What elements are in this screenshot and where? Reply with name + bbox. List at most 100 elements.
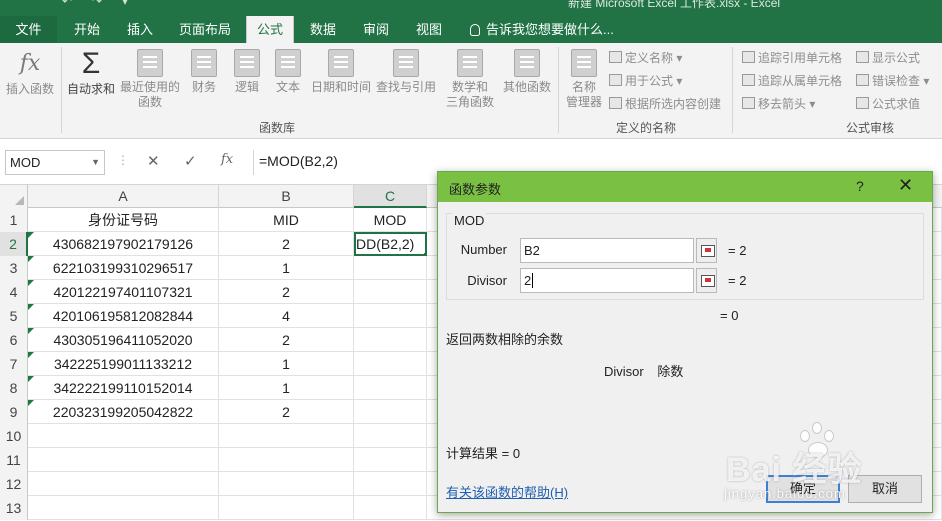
cell-b[interactable] — [219, 448, 354, 472]
cell-a[interactable]: 342222199110152014 — [28, 376, 219, 400]
cell-b[interactable]: 2 — [219, 280, 354, 304]
cell-b[interactable]: MID — [219, 208, 354, 232]
cell-a[interactable]: 430682197902179126 — [28, 232, 219, 256]
cell-b[interactable]: 1 — [219, 256, 354, 280]
cell-c[interactable]: MOD — [354, 208, 427, 232]
cell-b[interactable]: 2 — [219, 400, 354, 424]
tab-home[interactable]: 开始 — [66, 16, 108, 43]
tab-insert[interactable]: 插入 — [119, 16, 161, 43]
cell-b[interactable] — [219, 472, 354, 496]
active-cell[interactable]: DD(B2,2) — [354, 232, 427, 256]
cell-b[interactable]: 2 — [219, 232, 354, 256]
row-header[interactable]: 3 — [0, 256, 28, 280]
row-header[interactable]: 13 — [0, 496, 28, 520]
tab-file[interactable]: 文件 — [0, 16, 57, 43]
cell-a[interactable]: 220323199205042822 — [28, 400, 219, 424]
ok-button[interactable]: 确定 — [766, 475, 840, 503]
tab-view[interactable]: 视图 — [408, 16, 450, 43]
cell-b[interactable]: 1 — [219, 352, 354, 376]
divisor-field[interactable]: 2 — [520, 268, 694, 293]
cell-c[interactable] — [354, 256, 427, 280]
cell-a[interactable]: 622103199310296517 — [28, 256, 219, 280]
collapse-dialog-icon[interactable] — [696, 268, 717, 293]
row-header[interactable]: 11 — [0, 448, 28, 472]
cell-c[interactable] — [354, 400, 427, 424]
remove-arrows-button[interactable]: 移去箭头 ▾ — [742, 93, 815, 116]
column-header-a[interactable]: A — [28, 185, 219, 208]
tab-data[interactable]: 数据 — [302, 16, 344, 43]
evaluate-formula-button[interactable]: 公式求值 — [856, 93, 920, 116]
formula-bar-grip-icon[interactable]: ⋮ — [117, 153, 129, 167]
undo-icon[interactable]: ↶ — [62, 0, 72, 8]
row-header[interactable]: 12 — [0, 472, 28, 496]
show-formulas-button[interactable]: 显示公式 — [856, 47, 920, 70]
cell-a[interactable]: 420122197401107321 — [28, 280, 219, 304]
define-name-button[interactable]: 定义名称 ▾ — [609, 47, 682, 70]
recently-used-button[interactable]: 最近使用的 函数 — [118, 49, 182, 110]
close-icon[interactable]: ✕ — [898, 175, 913, 196]
help-link[interactable]: 有关该函数的帮助(H) — [446, 482, 568, 501]
cell-b[interactable]: 4 — [219, 304, 354, 328]
cell-a[interactable] — [28, 448, 219, 472]
cell-a[interactable] — [28, 472, 219, 496]
cell-b[interactable] — [219, 424, 354, 448]
cell-b[interactable]: 1 — [219, 376, 354, 400]
cell-a[interactable]: 身份证号码 — [28, 208, 219, 232]
cell-c[interactable] — [354, 352, 427, 376]
cell-c[interactable] — [354, 304, 427, 328]
column-header-c[interactable]: C — [354, 185, 427, 208]
cell-c[interactable] — [354, 328, 427, 352]
cell-b[interactable] — [219, 496, 354, 520]
row-header[interactable]: 8 — [0, 376, 28, 400]
cancel-button[interactable]: 取消 — [848, 475, 922, 503]
name-box[interactable]: MOD ▼ — [5, 150, 105, 175]
insert-function-icon[interactable]: fx — [221, 152, 233, 167]
cell-a[interactable]: 430305196411052020 — [28, 328, 219, 352]
use-in-formula-button[interactable]: 用于公式 ▾ — [609, 70, 682, 93]
cancel-icon[interactable]: ✕ — [147, 152, 160, 170]
name-manager-button[interactable]: 名称 管理器 — [562, 49, 606, 110]
cell-c[interactable] — [354, 424, 427, 448]
create-from-selection-button[interactable]: 根据所选内容创建 — [609, 93, 721, 116]
trace-dependents-button[interactable]: 追踪从属单元格 — [742, 70, 842, 93]
select-all-corner[interactable] — [0, 185, 28, 208]
cell-c[interactable] — [354, 472, 427, 496]
insert-function-button[interactable]: fx 插入函数 — [4, 49, 56, 97]
help-icon[interactable]: ? — [856, 178, 864, 194]
cell-a[interactable] — [28, 424, 219, 448]
collapse-dialog-icon[interactable] — [696, 238, 717, 263]
chevron-down-icon[interactable]: ▼ — [91, 151, 100, 174]
row-header[interactable]: 7 — [0, 352, 28, 376]
text-button[interactable]: 文本 — [268, 49, 308, 95]
row-header[interactable]: 6 — [0, 328, 28, 352]
cell-a[interactable] — [28, 496, 219, 520]
tell-me-search[interactable]: 告诉我您想要做什么... — [470, 16, 614, 43]
date-time-button[interactable]: 日期和时间 — [308, 49, 374, 95]
cell-b[interactable]: 2 — [219, 328, 354, 352]
cell-a[interactable]: 420106195812082844 — [28, 304, 219, 328]
customize-qat-icon[interactable]: ▾ — [122, 0, 128, 8]
row-header[interactable]: 10 — [0, 424, 28, 448]
cell-c[interactable] — [354, 448, 427, 472]
row-header[interactable]: 1 — [0, 208, 28, 232]
error-checking-button[interactable]: 错误检查 ▾ — [856, 70, 929, 93]
row-header[interactable]: 5 — [0, 304, 28, 328]
cell-a[interactable]: 342225199011133212 — [28, 352, 219, 376]
dialog-title-bar[interactable]: 函数参数 ? ✕ — [438, 172, 932, 202]
cell-c[interactable] — [354, 280, 427, 304]
cell-c[interactable] — [354, 496, 427, 520]
math-trig-button[interactable]: 数学和 三角函数 — [440, 49, 500, 110]
redo-icon[interactable]: ↷ — [92, 0, 102, 8]
tab-review[interactable]: 审阅 — [355, 16, 397, 43]
row-header[interactable]: 2 — [0, 232, 28, 256]
number-field[interactable]: B2 — [520, 238, 694, 263]
more-functions-button[interactable]: 其他函数 — [500, 49, 554, 95]
cell-c[interactable] — [354, 376, 427, 400]
column-header-b[interactable]: B — [219, 185, 354, 208]
trace-precedents-button[interactable]: 追踪引用单元格 — [742, 47, 842, 70]
tab-formulas[interactable]: 公式 — [246, 16, 294, 43]
financial-button[interactable]: 财务 — [184, 49, 224, 95]
enter-icon[interactable]: ✓ — [184, 152, 197, 170]
row-header[interactable]: 4 — [0, 280, 28, 304]
logical-button[interactable]: 逻辑 — [227, 49, 267, 95]
